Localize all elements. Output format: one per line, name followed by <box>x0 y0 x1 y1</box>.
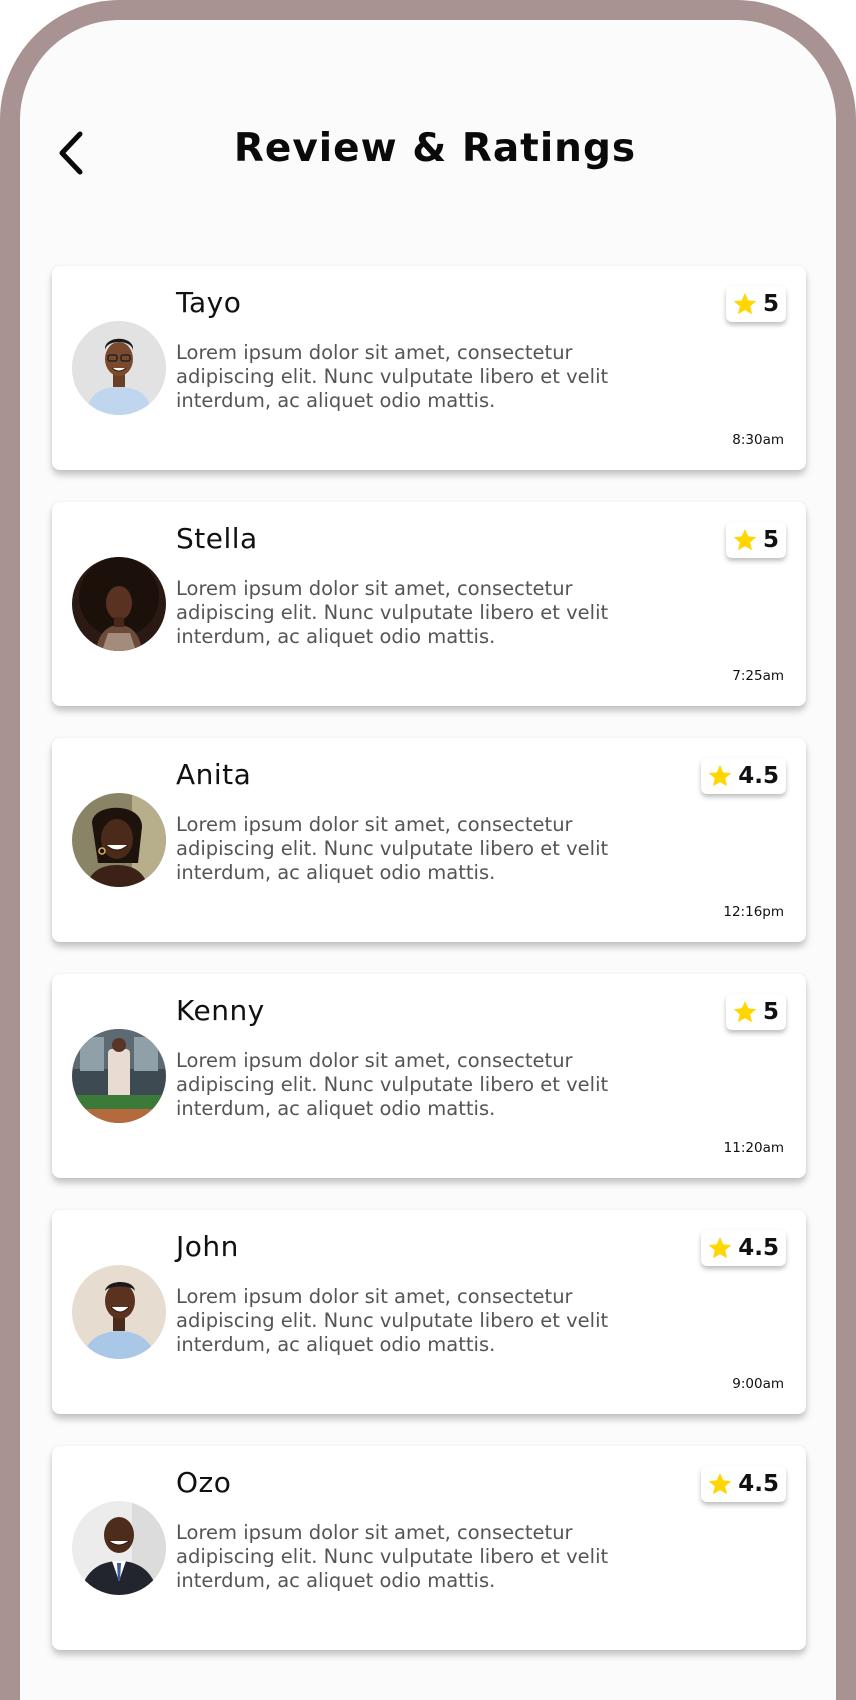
app-screen: Review & Ratings Tayo Lorem ipsum dolor … <box>20 20 836 1700</box>
star-icon <box>733 528 757 551</box>
avatar-man-suit <box>72 1501 166 1595</box>
review-time: 11:20am <box>723 1140 784 1156</box>
reviewer-name: Stella <box>176 522 258 555</box>
review-time: 12:16pm <box>723 904 784 920</box>
avatar <box>72 793 166 887</box>
avatar <box>72 1029 166 1123</box>
rating-value: 5 <box>762 291 779 317</box>
app-header: Review & Ratings <box>20 20 836 240</box>
rating-badge: 5 <box>725 994 786 1030</box>
review-card[interactable]: Tayo Lorem ipsum dolor sit amet, consect… <box>52 266 806 470</box>
avatar <box>72 1265 166 1359</box>
star-icon <box>733 1000 757 1023</box>
review-card[interactable]: Stella Lorem ipsum dolor sit amet, conse… <box>52 502 806 706</box>
review-time: 8:30am <box>732 432 784 448</box>
review-text: Lorem ipsum dolor sit amet, consectetur … <box>176 813 609 884</box>
rating-value: 4.5 <box>738 763 779 789</box>
reviewer-name: Anita <box>176 758 252 791</box>
page-title: Review & Ratings <box>233 126 637 171</box>
avatar-person-outdoor <box>72 1029 166 1123</box>
reviewer-name: Tayo <box>176 286 242 319</box>
avatar-man-glasses <box>72 321 166 415</box>
review-time: 7:25am <box>732 668 784 684</box>
reviews-list: Tayo Lorem ipsum dolor sit amet, consect… <box>52 266 806 1682</box>
star-icon <box>708 764 732 787</box>
rating-value: 5 <box>762 527 779 553</box>
rating-badge: 4.5 <box>701 1230 786 1266</box>
review-text: Lorem ipsum dolor sit amet, consectetur … <box>176 1521 609 1592</box>
review-time: 9:00am <box>732 1376 784 1392</box>
reviewer-name: Ozo <box>176 1466 232 1499</box>
review-text: Lorem ipsum dolor sit amet, consectetur … <box>176 577 609 648</box>
reviewer-name: Kenny <box>176 994 265 1027</box>
review-text: Lorem ipsum dolor sit amet, consectetur … <box>176 1285 609 1356</box>
rating-value: 5 <box>762 999 779 1025</box>
review-text: Lorem ipsum dolor sit amet, consectetur … <box>176 341 609 412</box>
avatar <box>72 1501 166 1595</box>
star-icon <box>708 1236 732 1259</box>
rating-badge: 4.5 <box>701 758 786 794</box>
star-icon <box>733 292 757 315</box>
avatar-man-laughing <box>72 1265 166 1359</box>
avatar-woman-smiling <box>72 793 166 887</box>
rating-badge: 5 <box>725 286 786 322</box>
review-card[interactable]: Ozo Lorem ipsum dolor sit amet, consecte… <box>52 1446 806 1650</box>
rating-badge: 5 <box>725 522 786 558</box>
phone-frame: Review & Ratings Tayo Lorem ipsum dolor … <box>0 0 856 1700</box>
rating-value: 4.5 <box>738 1471 779 1497</box>
reviewer-name: John <box>176 1230 239 1263</box>
avatar-woman-afro <box>72 557 166 651</box>
rating-badge: 4.5 <box>701 1466 786 1502</box>
rating-value: 4.5 <box>738 1235 779 1261</box>
review-text: Lorem ipsum dolor sit amet, consectetur … <box>176 1049 609 1120</box>
review-card[interactable]: Kenny Lorem ipsum dolor sit amet, consec… <box>52 974 806 1178</box>
review-card[interactable]: Anita Lorem ipsum dolor sit amet, consec… <box>52 738 806 942</box>
avatar <box>72 321 166 415</box>
review-card[interactable]: John Lorem ipsum dolor sit amet, consect… <box>52 1210 806 1414</box>
avatar <box>72 557 166 651</box>
star-icon <box>708 1472 732 1495</box>
